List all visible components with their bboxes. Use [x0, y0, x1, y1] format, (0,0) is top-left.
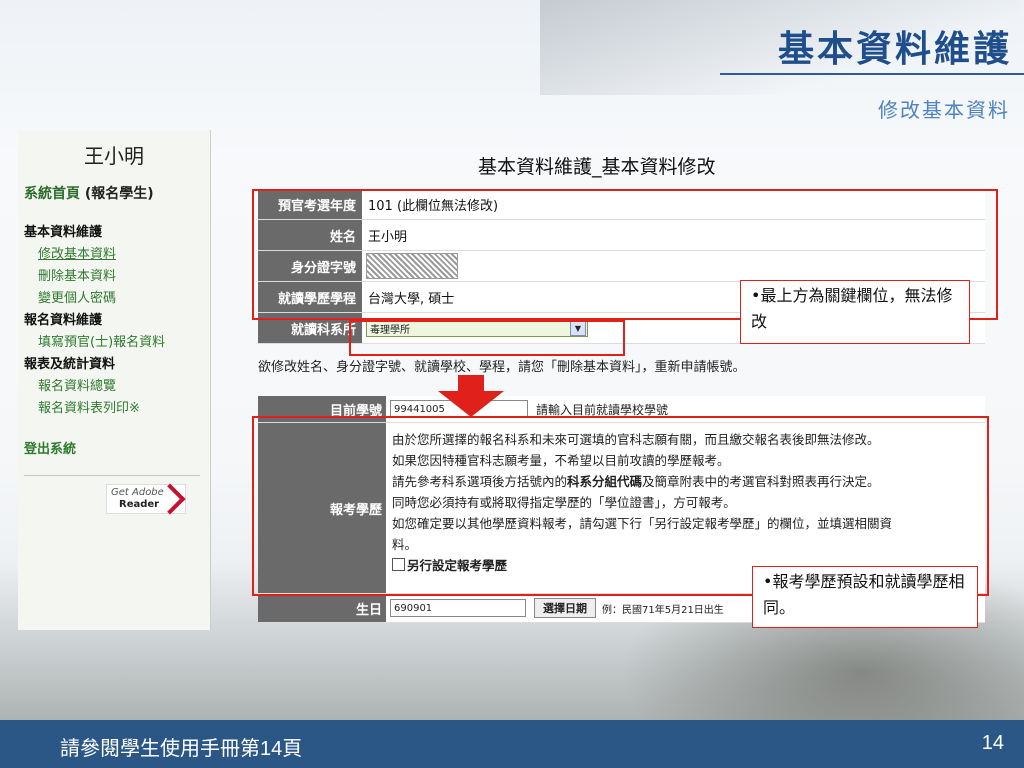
sidebar-item-delete-basic[interactable]: 刪除基本資料: [18, 265, 210, 284]
sidebar-item-print[interactable]: 報名資料表列印※: [18, 397, 210, 416]
birth-label: 生日: [258, 594, 386, 622]
manual-reference: 請參閱學生使用手冊第14頁: [60, 738, 303, 760]
birth-example: 例：民國71年5月21日出生: [602, 604, 724, 616]
choose-date-button[interactable]: 選擇日期: [534, 598, 596, 618]
section-basic-data: 基本資料維護: [24, 225, 103, 240]
sidebar-item-fill-registration[interactable]: 填寫預官(士)報名資料: [18, 331, 210, 350]
sidebar-divider: [24, 475, 200, 476]
logout-link[interactable]: 登出系統: [18, 438, 210, 457]
adobe-reader-badge[interactable]: Get Adobe Reader: [106, 483, 186, 515]
callout-exam-edu: •報考學歷預設和就讀學歷相同。: [752, 566, 978, 628]
home-link-role: (報名學生): [84, 186, 154, 202]
sidebar-item-change-password[interactable]: 變更個人密碼: [18, 287, 210, 306]
sidebar-item-overview[interactable]: 報名資料總覽: [18, 375, 210, 394]
section-reports: 報表及統計資料: [24, 357, 116, 372]
home-link[interactable]: 系統首頁 (報名學生): [18, 183, 210, 203]
slide-title: 基本資料維護: [777, 28, 1012, 70]
down-arrow-icon: [438, 375, 504, 417]
page-number: 14: [981, 732, 1004, 754]
section-registration: 報名資料維護: [24, 313, 103, 328]
form-title: 基本資料維護_基本資料修改: [478, 156, 716, 178]
student-no-hint: 請輸入目前就讀學校學號: [536, 402, 669, 417]
sidebar-item-edit-basic[interactable]: 修改基本資料: [18, 243, 210, 262]
callout-key-fields: •最上方為關鍵欄位，無法修改: [740, 280, 970, 344]
footer-bar: 請參閱學生使用手冊第14頁 14: [0, 720, 1024, 768]
dept-highlight: [349, 320, 625, 356]
sidebar: 王小明 系統首頁 (報名學生) 基本資料維護 修改基本資料 刪除基本資料 變更個…: [18, 130, 211, 630]
birth-input[interactable]: 690901: [390, 599, 526, 617]
edit-note: 欲修改姓名、身分證字號、就讀學校、學程，請您「刪除基本資料」，重新申請帳號。: [258, 360, 746, 375]
user-name: 王小明: [84, 144, 144, 168]
home-link-label[interactable]: 系統首頁: [24, 186, 80, 202]
title-underline: [720, 73, 1024, 75]
reader-badge-line2: Reader: [119, 499, 160, 510]
slide-subtitle: 修改基本資料: [878, 98, 1010, 122]
